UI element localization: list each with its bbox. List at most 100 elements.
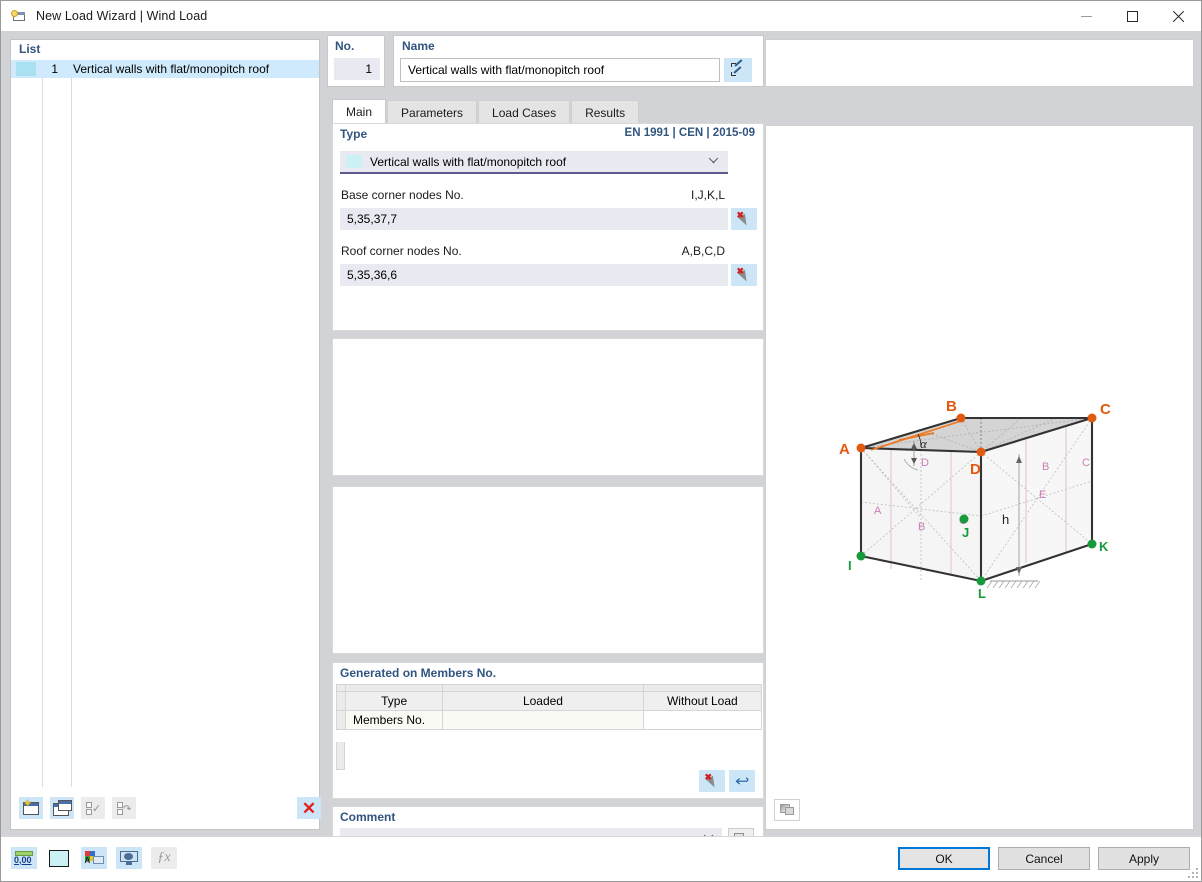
- copy-load-case-button[interactable]: [50, 797, 74, 819]
- type-title: Type: [340, 127, 368, 141]
- window-title: New Load Wizard | Wind Load: [36, 9, 208, 23]
- height-label: h: [1002, 512, 1009, 527]
- zone-label-a: A: [874, 505, 882, 517]
- tab-parameters[interactable]: Parameters: [387, 100, 478, 124]
- base-label-j: J: [962, 525, 969, 540]
- number-box: No. 1: [327, 35, 385, 87]
- name-edit-button[interactable]: [724, 58, 752, 82]
- angle-label: α: [920, 436, 928, 451]
- base-label-k: K: [1099, 539, 1109, 554]
- reset-members-button[interactable]: ↩: [729, 770, 755, 792]
- roof-nodes-pick-button[interactable]: ✖: [731, 264, 757, 286]
- standard-label: EN 1991 | CEN | 2015-09: [624, 127, 755, 139]
- load-wizard-icon: [11, 8, 27, 24]
- render-label-button[interactable]: A: [81, 847, 107, 869]
- pick-cursor-icon: ✖: [705, 772, 720, 789]
- new-load-case-button[interactable]: ✦: [19, 797, 43, 819]
- maximize-button[interactable]: [1109, 1, 1155, 31]
- name-input[interactable]: Vertical walls with flat/monopitch roof: [400, 58, 720, 82]
- list-column-divider: [71, 60, 72, 787]
- zone-label-b: B: [918, 521, 925, 533]
- base-corner-point-j: [959, 514, 969, 524]
- cancel-button[interactable]: Cancel: [998, 847, 1090, 870]
- roof-corner-point-c: [1087, 413, 1097, 423]
- numeric-display-button[interactable]: 0,00: [11, 847, 37, 869]
- dialog-buttons: OK Cancel Apply: [890, 847, 1190, 870]
- apply-button[interactable]: Apply: [1098, 847, 1190, 870]
- roof-label-b: B: [946, 398, 957, 415]
- red-x-icon: ✕: [301, 798, 317, 818]
- function-button[interactable]: ƒx: [151, 847, 177, 869]
- minimize-button[interactable]: [1063, 1, 1109, 31]
- table-spacer-row: [335, 684, 763, 692]
- list-item[interactable]: 1 Vertical walls with flat/monopitch roo…: [11, 60, 319, 78]
- color-swatch-button[interactable]: [46, 847, 72, 869]
- zone-label-b2: B: [1042, 461, 1049, 473]
- delete-button[interactable]: ✕: [297, 797, 321, 819]
- wind-load-diagram: α D h A B B C E A B C D I J K L: [839, 398, 1111, 601]
- window-controls: [1063, 1, 1201, 31]
- ok-button[interactable]: OK: [898, 847, 990, 870]
- empty-panel-upper: [332, 338, 764, 476]
- pick-cursor-icon: ✖: [737, 210, 752, 227]
- copy-window-icon: [52, 800, 72, 816]
- pick-members-button[interactable]: ✖: [699, 770, 725, 792]
- roof-corner-point-d: [976, 447, 986, 457]
- type-header: Type EN 1991 | CEN | 2015-09: [333, 124, 763, 144]
- base-corner-point-k: [1087, 539, 1097, 549]
- new-window-star-icon: ✦: [23, 798, 39, 815]
- undo-arrow-icon: ↩: [734, 772, 750, 790]
- tab-results[interactable]: Results: [571, 100, 640, 124]
- type-section: Type EN 1991 | CEN | 2015-09 Vertical wa…: [332, 123, 764, 331]
- list-item-number: 1: [51, 62, 58, 76]
- list-toolbar: ✦ ✓ ↷ ✕: [12, 788, 321, 828]
- resize-grip[interactable]: [1186, 866, 1198, 878]
- title-bar: New Load Wizard | Wind Load: [1, 1, 1201, 31]
- base-corner-point-i: [856, 551, 866, 561]
- fx-icon: ƒx: [157, 850, 171, 865]
- invert-selection-button[interactable]: ↷: [112, 797, 136, 819]
- view-3d-button[interactable]: [116, 847, 142, 869]
- preview-panel: α D h A B B C E A B C D I J K L: [765, 125, 1194, 830]
- column-header-without-load: Without Load: [642, 691, 763, 711]
- close-button[interactable]: [1155, 1, 1201, 31]
- cell-without-load[interactable]: [642, 710, 763, 730]
- cell-loaded[interactable]: [442, 710, 644, 730]
- generated-members-table: Type Loaded Without Load Members No.: [335, 684, 763, 730]
- base-label-l: L: [978, 586, 986, 601]
- checkbox-check-icon: ✓: [86, 801, 101, 815]
- preview-top-panel: [765, 39, 1194, 87]
- checkbox-swap-icon: ↷: [117, 801, 131, 815]
- list-item-color-swatch: [16, 62, 36, 76]
- status-toolbar: 0,00 A ƒx: [11, 847, 186, 869]
- minimize-icon: [1080, 15, 1092, 17]
- tab-bar: Main Parameters Load Cases Results: [332, 99, 764, 124]
- cell-type: Members No.: [345, 710, 444, 730]
- pencil-edit-icon: [730, 59, 746, 77]
- center-panel: No. 1 Name Vertical walls with flat/mono…: [327, 35, 764, 859]
- type-combobox[interactable]: Vertical walls with flat/monopitch roof: [340, 151, 728, 174]
- number-label: No.: [335, 39, 355, 53]
- table-row[interactable]: Members No.: [335, 710, 763, 730]
- base-nodes-input[interactable]: 5,35,37,7: [340, 208, 728, 230]
- select-all-button[interactable]: ✓: [81, 797, 105, 819]
- table-header-row: Type Loaded Without Load: [335, 691, 763, 711]
- bottom-bar: 0,00 A ƒx OK Cancel Apply: [1, 836, 1201, 881]
- roof-label-d: D: [970, 461, 981, 478]
- list-header: List: [11, 40, 319, 59]
- type-combobox-value: Vertical walls with flat/monopitch roof: [370, 154, 567, 169]
- tab-load-cases[interactable]: Load Cases: [478, 100, 571, 124]
- base-nodes-hint: I,J,K,L: [690, 188, 725, 202]
- base-nodes-pick-button[interactable]: ✖: [731, 208, 757, 230]
- roof-label-a: A: [839, 441, 850, 458]
- roof-nodes-hint: A,B,C,D: [681, 244, 725, 258]
- table-gutter: [336, 742, 345, 770]
- roof-corner-point-b: [956, 413, 966, 423]
- preview-image-button[interactable]: [774, 799, 800, 821]
- roof-nodes-input[interactable]: 5,35,36,6: [340, 264, 728, 286]
- tab-main[interactable]: Main: [332, 99, 387, 124]
- list-column-divider: [42, 60, 43, 787]
- column-header-type: Type: [345, 691, 444, 711]
- type-color-swatch: [346, 155, 362, 168]
- picture-icon: [779, 804, 795, 816]
